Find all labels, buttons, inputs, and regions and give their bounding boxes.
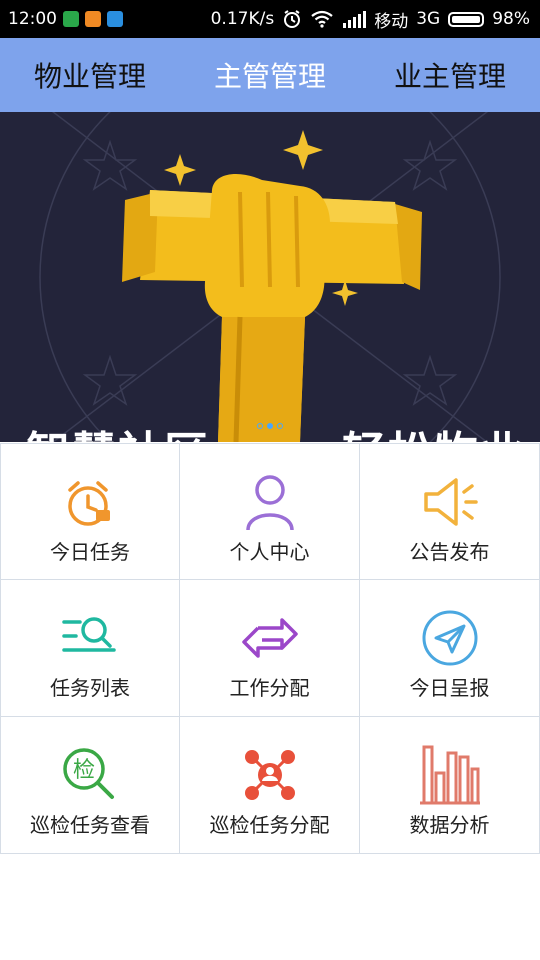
swap-arrows-icon: [241, 618, 298, 658]
grid-item-label: 巡检任务分配: [209, 813, 330, 837]
grid-item-label: 个人中心: [229, 540, 310, 564]
carousel-indicator: [257, 423, 283, 429]
shield-app-icon: [63, 11, 79, 27]
wifi-app-icon: [85, 11, 101, 27]
alarm-clock-icon: [68, 481, 110, 526]
grid-item-label: 巡检任务查看: [30, 813, 150, 837]
megaphone-icon: [423, 478, 478, 526]
clock-time: 12:00: [8, 9, 57, 29]
carousel-dot[interactable]: [257, 423, 263, 429]
carousel-dot-active[interactable]: [267, 423, 273, 429]
grid-item-work-assignment[interactable]: 工作分配: [180, 580, 360, 717]
grid-item-label: 工作分配: [229, 676, 310, 700]
grid-item-daily-report[interactable]: 今日呈报: [360, 580, 540, 717]
paper-plane-icon: [422, 610, 477, 666]
cell-signal-icon: [343, 11, 367, 28]
status-bar: 12:00 0.17K/s 移动 3G 98%: [0, 0, 540, 38]
carousel-dot[interactable]: [277, 423, 283, 429]
banner-carousel[interactable]: 智慧社区 轻松物业: [0, 112, 540, 442]
battery-icon: [448, 11, 485, 27]
banner-artwork: [39, 112, 501, 442]
chat-app-icon: [107, 11, 123, 27]
carrier-name: 移动: [374, 11, 409, 32]
list-search-icon: [62, 617, 116, 652]
wifi-signal-icon: [311, 10, 333, 28]
grid-item-task-list[interactable]: 任务列表: [0, 580, 180, 717]
battery-level: 98%: [492, 9, 530, 29]
grid-item-label: 任务列表: [50, 676, 130, 700]
grid-item-data-analysis[interactable]: 数据分析: [360, 717, 540, 854]
network-type: 3G: [416, 9, 441, 29]
grid-item-label: 今日任务: [50, 540, 130, 564]
grid-item-label: 今日呈报: [409, 676, 490, 700]
person-icon: [245, 475, 294, 531]
inspect-magnifier-icon: 检: [63, 748, 114, 799]
grid-item-label: 数据分析: [409, 813, 490, 837]
tab-supervisor-management[interactable]: 主管管理: [204, 55, 336, 95]
banner-left-slogan: 智慧社区: [26, 417, 210, 442]
tab-property-management[interactable]: 物业管理: [24, 55, 156, 95]
grid-item-today-tasks[interactable]: 今日任务: [0, 443, 180, 580]
network-person-icon: [244, 750, 295, 800]
inspect-glyph: 检: [73, 758, 95, 783]
bar-chart-icon: [419, 745, 480, 805]
grid-item-inspection-assign[interactable]: 巡检任务分配: [180, 717, 360, 854]
top-tabs: 物业管理 主管管理 业主管理: [0, 38, 540, 112]
network-speed: 0.17K/s: [210, 9, 275, 29]
grid-item-label: 公告发布: [409, 540, 490, 564]
grid-item-announcement[interactable]: 公告发布: [360, 443, 540, 580]
grid-item-personal-center[interactable]: 个人中心: [180, 443, 360, 580]
tab-owner-management[interactable]: 业主管理: [384, 55, 516, 95]
alarm-icon: [284, 10, 301, 28]
banner-right-slogan: 轻松物业: [342, 417, 526, 442]
grid-item-inspection-view[interactable]: 检 巡检任务查看: [0, 717, 180, 854]
